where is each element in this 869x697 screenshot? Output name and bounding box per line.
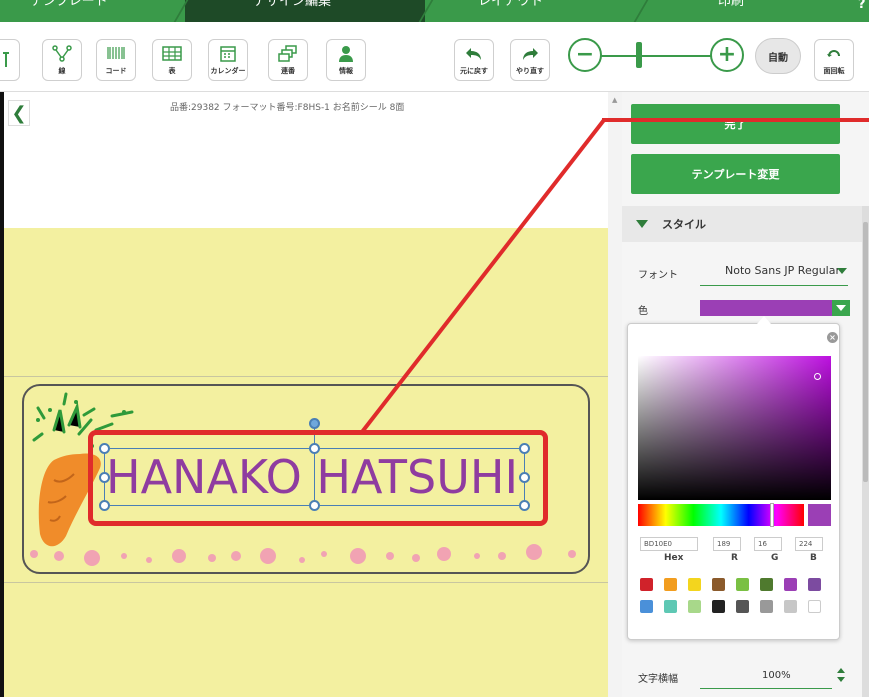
color-swatch[interactable] [760,600,773,613]
barcode-icon [107,47,125,59]
zoom-slider-handle[interactable] [636,42,642,68]
zoom-slider-track[interactable] [597,55,712,57]
font-label: フォント [638,270,678,281]
app-window: テンプレート デザイン編集 レイアウト 印刷 ? 線 コード 表 カレンダー 連… [0,0,869,697]
redo-button[interactable]: やり直す [510,39,550,81]
highlight-annotation [88,430,548,526]
b-input[interactable]: 224 [795,537,823,551]
auto-zoom-button[interactable]: 自動 [755,38,801,74]
close-icon[interactable]: × [827,332,838,343]
font-select[interactable]: Noto Sans JP Regular [725,264,840,277]
table-icon [162,46,182,61]
hex-input[interactable]: BD10E0 [640,537,698,551]
char-width-underline [700,688,832,689]
g-input[interactable]: 16 [754,537,782,551]
color-select[interactable] [700,300,832,316]
table-tool-button[interactable]: 表 [152,39,192,81]
tab-bar: テンプレート デザイン編集 レイアウト 印刷 ? [0,0,869,22]
zoom-out-button[interactable]: − [568,38,602,72]
color-dropdown-button[interactable] [832,300,850,316]
b-label: B [810,553,817,563]
rotate-button[interactable]: 面回転 [814,39,854,81]
g-label: G [771,553,779,563]
chevron-down-icon [836,305,846,311]
zoom-in-button[interactable]: + [710,38,744,72]
change-template-button[interactable]: テンプレート変更 [631,154,840,194]
serial-icon [278,45,297,62]
redo-icon [523,48,538,60]
undo-button[interactable]: 元に戻す [454,39,494,81]
r-input[interactable]: 189 [713,537,741,551]
char-width-label: 文字横幅 [638,674,678,685]
rotate-icon [827,50,840,57]
color-swatch[interactable] [712,578,725,591]
char-width-value[interactable]: 100% [762,670,791,681]
sheet-divider [4,376,608,377]
color-label: 色 [638,306,648,317]
color-swatch[interactable] [640,578,653,591]
style-section-header[interactable]: スタイル [622,206,862,242]
color-swatch[interactable] [688,578,701,591]
code-tool-button[interactable]: コード [96,39,136,81]
color-swatch[interactable] [712,600,725,613]
color-swatch[interactable] [784,578,797,591]
scroll-up-arrow[interactable]: ▲ [612,96,617,104]
calendar-tool-button[interactable]: カレンダー [208,39,248,81]
undo-icon [466,48,481,60]
hex-label: Hex [664,553,684,563]
r-label: R [731,553,738,563]
help-icon[interactable]: ? [858,0,866,16]
hue-slider[interactable] [638,504,804,526]
calendar-icon [220,46,236,62]
font-underline [700,285,848,286]
font-dropdown-icon[interactable] [837,268,847,274]
rotation-handle[interactable] [309,418,320,429]
tab-design-edit[interactable]: デザイン編集 [253,0,331,13]
tab-print[interactable]: 印刷 [718,0,744,13]
saturation-value-area[interactable] [638,356,831,500]
info-tool-button[interactable]: 情報 [326,39,366,81]
color-swatch[interactable] [736,578,749,591]
serial-tool-button[interactable]: 連番 [268,39,308,81]
color-swatch[interactable] [664,578,677,591]
tab-template[interactable]: テンプレート [30,0,108,13]
text-icon [3,52,9,67]
color-swatch[interactable] [808,600,821,613]
sheet-divider [4,582,608,583]
collapse-arrow-icon [636,220,648,228]
color-swatch[interactable] [736,600,749,613]
current-color-swatch [808,504,831,526]
back-button[interactable]: ❮ [8,100,30,126]
color-swatch[interactable] [664,600,677,613]
done-button[interactable]: 完了 [631,104,840,144]
color-swatch[interactable] [808,578,821,591]
stepper-icon[interactable] [836,667,846,683]
color-swatch[interactable] [688,600,701,613]
color-swatch[interactable] [784,600,797,613]
sv-pointer[interactable] [814,373,821,380]
color-swatch[interactable] [640,600,653,613]
product-info: 品番:29382 フォーマット番号:F8HS-1 お名前シール 8面 [170,103,405,113]
pink-dots-icon [30,544,576,566]
picker-pointer [757,316,771,324]
tab-layout[interactable]: レイアウト [478,0,543,13]
canvas-scrollbar[interactable] [608,92,622,697]
person-icon [339,46,353,62]
color-swatch[interactable] [760,578,773,591]
line-tool-button[interactable]: 線 [42,39,82,81]
text-tool-button[interactable] [0,39,20,81]
hue-slider-handle[interactable] [770,503,774,527]
line-icon [52,45,72,62]
panel-scroll-thumb[interactable] [863,222,868,482]
